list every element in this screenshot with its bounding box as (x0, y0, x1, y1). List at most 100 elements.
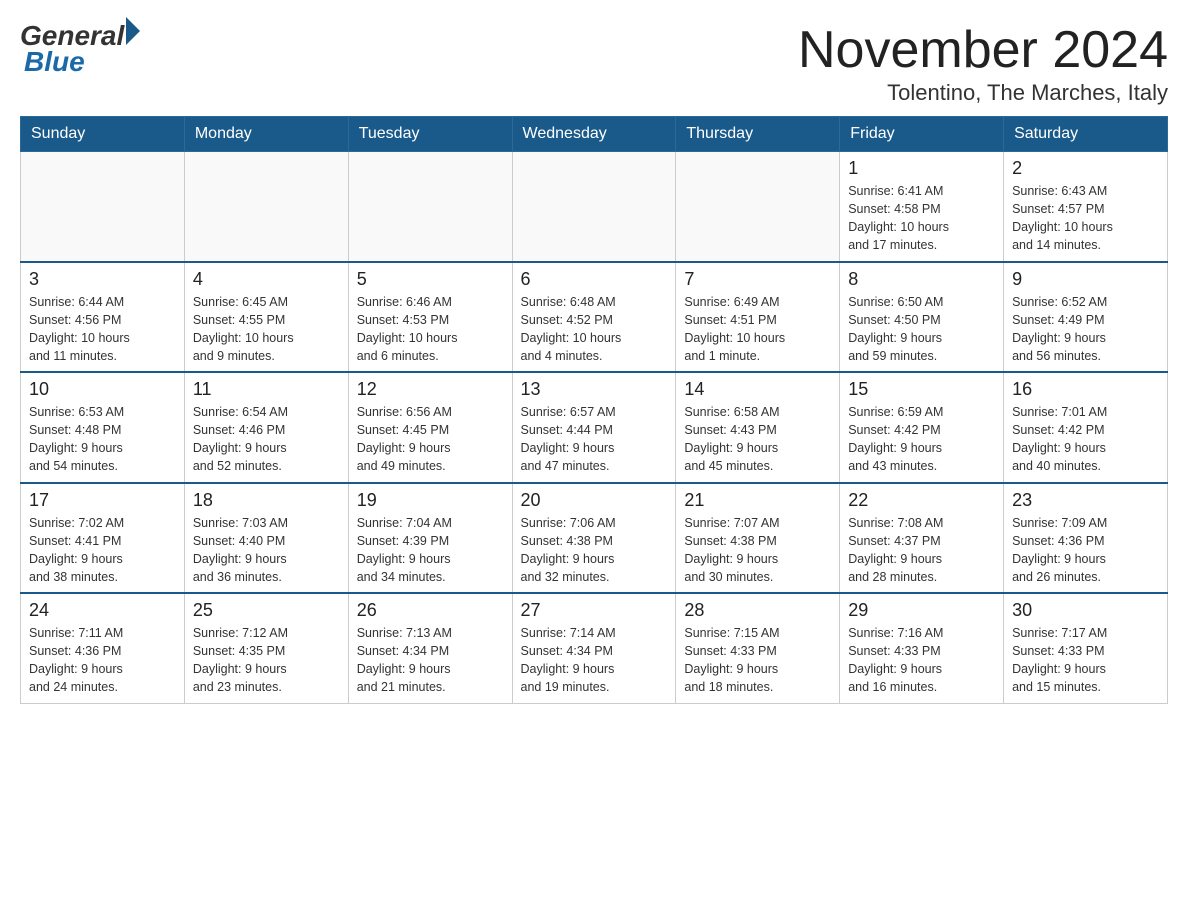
calendar-cell: 24 Sunrise: 7:11 AM Sunset: 4:36 PM Dayli… (21, 593, 185, 703)
calendar-cell: 30Sunrise: 7:17 AM Sunset: 4:33 PM Dayli… (1004, 593, 1168, 703)
calendar-week-row-1: 1Sunrise: 6:41 AM Sunset: 4:58 PM Daylig… (21, 152, 1168, 262)
calendar-cell: 20 Sunrise: 7:06 AM Sunset: 4:38 PM Dayli… (512, 483, 676, 594)
calendar-cell: 27Sunrise: 7:14 AM Sunset: 4:34 PM Dayli… (512, 593, 676, 703)
day-number: 22 (848, 490, 995, 511)
day-sun-info: Sunrise: 7:03 AM Sunset: 4:40 PM Dayligh… (193, 514, 340, 587)
calendar-cell: 21 Sunrise: 7:07 AM Sunset: 4:38 PM Dayli… (676, 483, 840, 594)
calendar-cell: 2 Sunrise: 6:43 AM Sunset: 4:57 PM Daylig… (1004, 152, 1168, 262)
calendar-cell: 1Sunrise: 6:41 AM Sunset: 4:58 PM Daylig… (840, 152, 1004, 262)
calendar-cell: 29 Sunrise: 7:16 AM Sunset: 4:33 PM Dayli… (840, 593, 1004, 703)
logo-arrow-icon (126, 17, 140, 45)
calendar-week-row-5: 24 Sunrise: 7:11 AM Sunset: 4:36 PM Dayli… (21, 593, 1168, 703)
calendar-cell: 22 Sunrise: 7:08 AM Sunset: 4:37 PM Dayli… (840, 483, 1004, 594)
calendar-cell: 12 Sunrise: 6:56 AM Sunset: 4:45 PM Dayli… (348, 372, 512, 483)
day-number: 21 (684, 490, 831, 511)
calendar-cell: 5Sunrise: 6:46 AM Sunset: 4:53 PM Daylig… (348, 262, 512, 373)
day-sun-info: Sunrise: 7:11 AM Sunset: 4:36 PM Dayligh… (29, 624, 176, 697)
calendar-cell: 16 Sunrise: 7:01 AM Sunset: 4:42 PM Dayli… (1004, 372, 1168, 483)
day-number: 20 (521, 490, 668, 511)
day-number: 1 (848, 158, 995, 179)
month-title: November 2024 (798, 20, 1168, 80)
day-sun-info: Sunrise: 7:16 AM Sunset: 4:33 PM Dayligh… (848, 624, 995, 697)
calendar-table: SundayMondayTuesdayWednesdayThursdayFrid… (20, 116, 1168, 704)
weekday-header-monday: Monday (184, 117, 348, 152)
day-number: 13 (521, 379, 668, 400)
day-sun-info: Sunrise: 6:49 AM Sunset: 4:51 PM Dayligh… (684, 293, 831, 366)
calendar-cell: 28 Sunrise: 7:15 AM Sunset: 4:33 PM Dayli… (676, 593, 840, 703)
calendar-cell: 25Sunrise: 7:12 AM Sunset: 4:35 PM Dayli… (184, 593, 348, 703)
day-number: 29 (848, 600, 995, 621)
title-section: November 2024 Tolentino, The Marches, It… (798, 20, 1168, 106)
day-number: 9 (1012, 269, 1159, 290)
day-number: 28 (684, 600, 831, 621)
day-sun-info: Sunrise: 6:45 AM Sunset: 4:55 PM Dayligh… (193, 293, 340, 366)
day-number: 19 (357, 490, 504, 511)
calendar-week-row-4: 17Sunrise: 7:02 AM Sunset: 4:41 PM Dayli… (21, 483, 1168, 594)
calendar-cell: 19 Sunrise: 7:04 AM Sunset: 4:39 PM Dayli… (348, 483, 512, 594)
day-sun-info: Sunrise: 7:06 AM Sunset: 4:38 PM Dayligh… (521, 514, 668, 587)
weekday-header-row: SundayMondayTuesdayWednesdayThursdayFrid… (21, 117, 1168, 152)
calendar-cell (348, 152, 512, 262)
calendar-cell: 14 Sunrise: 6:58 AM Sunset: 4:43 PM Dayli… (676, 372, 840, 483)
day-sun-info: Sunrise: 6:48 AM Sunset: 4:52 PM Dayligh… (521, 293, 668, 366)
day-number: 12 (357, 379, 504, 400)
day-sun-info: Sunrise: 6:50 AM Sunset: 4:50 PM Dayligh… (848, 293, 995, 366)
day-number: 17 (29, 490, 176, 511)
day-sun-info: Sunrise: 6:44 AM Sunset: 4:56 PM Dayligh… (29, 293, 176, 366)
day-sun-info: Sunrise: 7:08 AM Sunset: 4:37 PM Dayligh… (848, 514, 995, 587)
day-number: 8 (848, 269, 995, 290)
calendar-cell: 17Sunrise: 7:02 AM Sunset: 4:41 PM Dayli… (21, 483, 185, 594)
calendar-cell: 9 Sunrise: 6:52 AM Sunset: 4:49 PM Daylig… (1004, 262, 1168, 373)
day-sun-info: Sunrise: 6:52 AM Sunset: 4:49 PM Dayligh… (1012, 293, 1159, 366)
logo-blue-text: Blue (24, 46, 85, 78)
calendar-cell: 23 Sunrise: 7:09 AM Sunset: 4:36 PM Dayli… (1004, 483, 1168, 594)
calendar-cell (512, 152, 676, 262)
day-number: 2 (1012, 158, 1159, 179)
location-text: Tolentino, The Marches, Italy (798, 80, 1168, 106)
day-sun-info: Sunrise: 6:57 AM Sunset: 4:44 PM Dayligh… (521, 403, 668, 476)
weekday-header-tuesday: Tuesday (348, 117, 512, 152)
weekday-header-wednesday: Wednesday (512, 117, 676, 152)
day-sun-info: Sunrise: 6:59 AM Sunset: 4:42 PM Dayligh… (848, 403, 995, 476)
day-number: 10 (29, 379, 176, 400)
day-sun-info: Sunrise: 7:09 AM Sunset: 4:36 PM Dayligh… (1012, 514, 1159, 587)
calendar-cell: 10 Sunrise: 6:53 AM Sunset: 4:48 PM Dayli… (21, 372, 185, 483)
day-number: 15 (848, 379, 995, 400)
day-sun-info: Sunrise: 7:15 AM Sunset: 4:33 PM Dayligh… (684, 624, 831, 697)
day-number: 16 (1012, 379, 1159, 400)
day-sun-info: Sunrise: 7:13 AM Sunset: 4:34 PM Dayligh… (357, 624, 504, 697)
weekday-header-friday: Friday (840, 117, 1004, 152)
day-number: 24 (29, 600, 176, 621)
calendar-cell: 6 Sunrise: 6:48 AM Sunset: 4:52 PM Daylig… (512, 262, 676, 373)
logo: General Blue (20, 20, 140, 78)
day-sun-info: Sunrise: 7:07 AM Sunset: 4:38 PM Dayligh… (684, 514, 831, 587)
calendar-cell: 26 Sunrise: 7:13 AM Sunset: 4:34 PM Dayli… (348, 593, 512, 703)
calendar-cell: 4 Sunrise: 6:45 AM Sunset: 4:55 PM Daylig… (184, 262, 348, 373)
calendar-cell: 13 Sunrise: 6:57 AM Sunset: 4:44 PM Dayli… (512, 372, 676, 483)
weekday-header-saturday: Saturday (1004, 117, 1168, 152)
day-number: 14 (684, 379, 831, 400)
day-sun-info: Sunrise: 6:43 AM Sunset: 4:57 PM Dayligh… (1012, 182, 1159, 255)
calendar-week-row-2: 3Sunrise: 6:44 AM Sunset: 4:56 PM Daylig… (21, 262, 1168, 373)
day-sun-info: Sunrise: 6:56 AM Sunset: 4:45 PM Dayligh… (357, 403, 504, 476)
calendar-cell: 7Sunrise: 6:49 AM Sunset: 4:51 PM Daylig… (676, 262, 840, 373)
day-number: 4 (193, 269, 340, 290)
day-sun-info: Sunrise: 6:54 AM Sunset: 4:46 PM Dayligh… (193, 403, 340, 476)
calendar-cell: 15 Sunrise: 6:59 AM Sunset: 4:42 PM Dayli… (840, 372, 1004, 483)
day-sun-info: Sunrise: 6:53 AM Sunset: 4:48 PM Dayligh… (29, 403, 176, 476)
page-header: General Blue November 2024 Tolentino, Th… (20, 20, 1168, 106)
day-number: 11 (193, 379, 340, 400)
weekday-header-sunday: Sunday (21, 117, 185, 152)
day-sun-info: Sunrise: 6:58 AM Sunset: 4:43 PM Dayligh… (684, 403, 831, 476)
calendar-week-row-3: 10 Sunrise: 6:53 AM Sunset: 4:48 PM Dayli… (21, 372, 1168, 483)
calendar-cell (184, 152, 348, 262)
day-sun-info: Sunrise: 7:01 AM Sunset: 4:42 PM Dayligh… (1012, 403, 1159, 476)
day-sun-info: Sunrise: 6:46 AM Sunset: 4:53 PM Dayligh… (357, 293, 504, 366)
day-number: 23 (1012, 490, 1159, 511)
day-number: 18 (193, 490, 340, 511)
day-sun-info: Sunrise: 7:04 AM Sunset: 4:39 PM Dayligh… (357, 514, 504, 587)
day-number: 25 (193, 600, 340, 621)
day-number: 26 (357, 600, 504, 621)
day-number: 6 (521, 269, 668, 290)
day-sun-info: Sunrise: 7:14 AM Sunset: 4:34 PM Dayligh… (521, 624, 668, 697)
